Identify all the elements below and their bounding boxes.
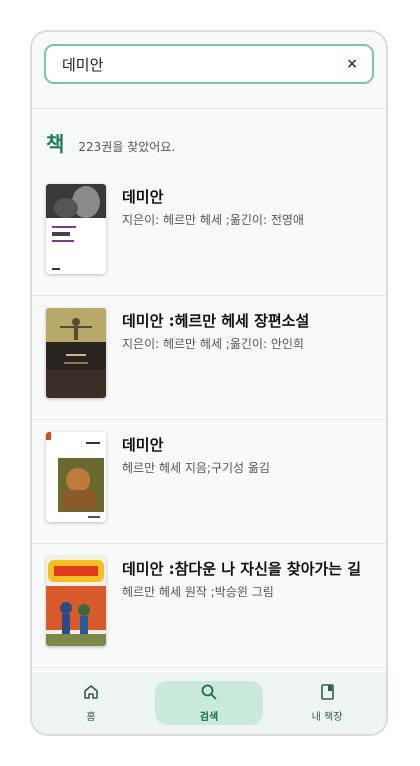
section-title: 책 xyxy=(46,132,65,156)
book-cover-image xyxy=(46,184,106,274)
book-author: 지은이: 헤르만 헤세 ;옮긴이: 전영애 xyxy=(122,213,304,227)
book-author: 헤르만 헤세 원작 ;박승윈 그림 xyxy=(122,585,274,599)
book-list-item[interactable]: 데미안 :헤르만 헤세 장편소설 지은이: 헤르만 헤세 ;옮긴이: 안인희 xyxy=(32,296,386,420)
search-header: × xyxy=(32,32,386,109)
clear-icon[interactable]: × xyxy=(346,56,358,72)
home-icon xyxy=(82,683,100,705)
book-title: 데미안 :헤르만 헤세 장편소설 xyxy=(122,312,310,330)
book-title: 데미안 xyxy=(122,188,164,206)
search-input[interactable] xyxy=(60,54,347,74)
book-list-item[interactable]: 데미안 헤르만 헤세 지음;구기성 옮김 xyxy=(32,420,386,544)
nav-search[interactable]: 검색 xyxy=(155,681,263,725)
book-author: 헤르만 헤세 지음;구기성 옮김 xyxy=(122,461,270,475)
section-header: 책 223권을 찾았어요. xyxy=(46,128,175,157)
book-list-item[interactable]: 데미안 :참다운 나 자신을 찾아가는 길 헤르만 헤세 원작 ;박승윈 그림 xyxy=(32,544,386,668)
book-cover-image xyxy=(46,308,106,398)
bookshelf-icon xyxy=(318,683,336,705)
book-title: 데미안 xyxy=(122,436,164,454)
nav-home-label: 홈 xyxy=(86,712,96,723)
search-box[interactable]: × xyxy=(44,44,374,84)
nav-bookshelf-label: 내 책장 xyxy=(311,712,343,723)
book-author: 지은이: 헤르만 헤세 ;옮긴이: 안인희 xyxy=(122,337,304,351)
book-list-item[interactable]: 데미안 지은이: 헤르만 헤세 ;옮긴이: 전영애 xyxy=(32,172,386,296)
book-cover-image xyxy=(46,432,106,522)
result-count: 223권을 찾았어요. xyxy=(78,140,176,154)
nav-search-label: 검색 xyxy=(199,712,219,723)
phone-frame: × 책 223권을 찾았어요. 데미안 지은이: xyxy=(30,30,388,736)
book-cover-image xyxy=(46,556,106,646)
bottom-nav: 홈 검색 내 책장 xyxy=(32,672,386,734)
book-list: 데미안 지은이: 헤르만 헤세 ;옮긴이: 전영애 데미안 :헤르만 헤세 장편… xyxy=(32,172,386,668)
nav-bookshelf[interactable]: 내 책장 xyxy=(273,681,381,725)
nav-home[interactable]: 홈 xyxy=(37,681,145,725)
search-icon xyxy=(200,683,218,705)
book-title: 데미안 :참다운 나 자신을 찾아가는 길 xyxy=(122,560,362,578)
